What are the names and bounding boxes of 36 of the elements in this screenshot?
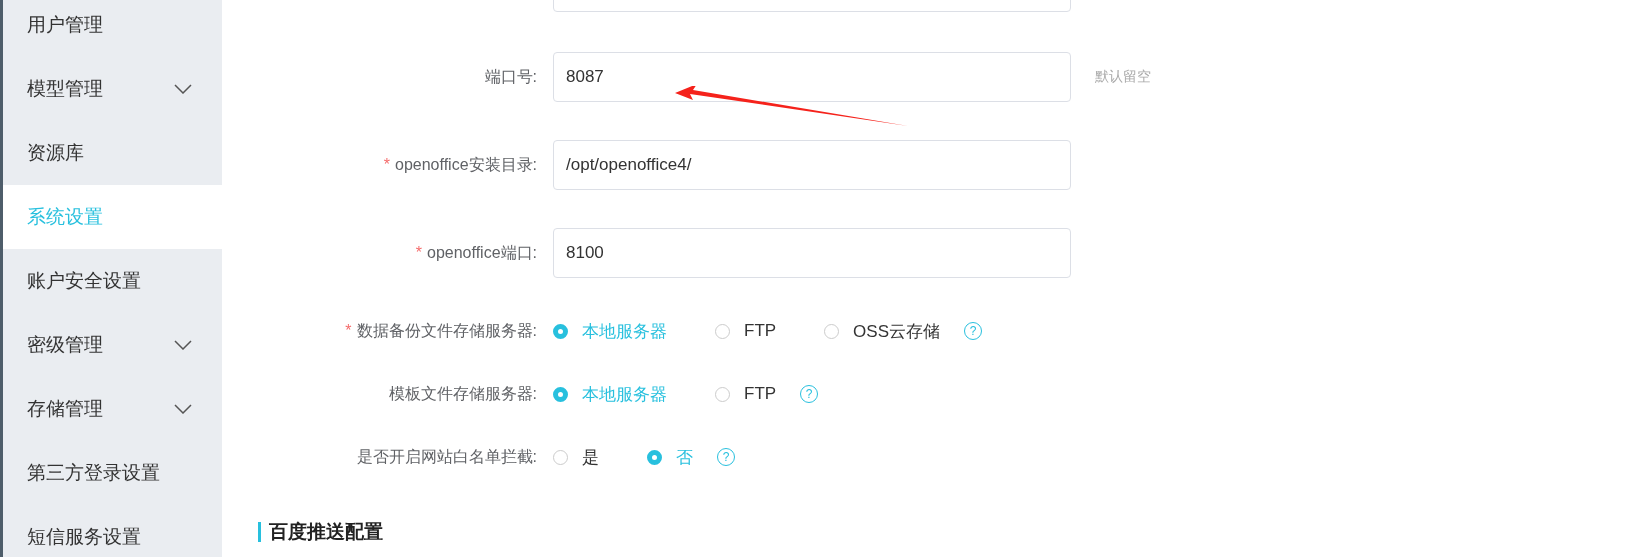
hint-text: 默认留空	[1095, 68, 1151, 86]
sidebar-item[interactable]: 存储管理	[3, 377, 222, 441]
field-label: 端口号:	[484, 66, 537, 87]
input-field[interactable]: 8100	[553, 228, 1071, 278]
sidebar-item[interactable]: 账户安全设置	[3, 249, 222, 313]
section-title: 百度推送配置	[269, 520, 383, 544]
radio-button[interactable]	[553, 323, 568, 339]
radio-button[interactable]	[553, 386, 568, 402]
radio-button[interactable]	[647, 449, 662, 465]
chevron-down-icon	[174, 84, 192, 94]
required-mark: *	[345, 322, 352, 340]
field-label: openoffice端口:	[427, 242, 537, 263]
field-label: 是否开启网站白名单拦截:	[356, 446, 537, 467]
chevron-down-icon	[174, 340, 192, 350]
sidebar-item[interactable]: 资源库	[3, 121, 222, 185]
required-mark: *	[415, 244, 422, 262]
sidebar-item[interactable]: 用户管理	[3, 0, 222, 57]
radio-label[interactable]: FTP	[744, 321, 777, 341]
sidebar-item[interactable]: 模型管理	[3, 57, 222, 121]
radio-label[interactable]: FTP	[744, 384, 777, 404]
sidebar-item[interactable]: 密级管理	[3, 313, 222, 377]
radio-button[interactable]	[824, 323, 840, 339]
required-mark: *	[383, 156, 390, 174]
chevron-down-icon	[174, 404, 192, 414]
input-field[interactable]: 8087	[553, 52, 1071, 102]
field-label: 模板文件存储服务器:	[388, 383, 537, 404]
field-label: 数据备份文件存储服务器:	[356, 320, 537, 341]
sidebar-item[interactable]: 短信服务设置	[3, 505, 222, 557]
radio-label[interactable]: OSS云存储	[853, 319, 940, 343]
field-label: openoffice安装目录:	[395, 154, 537, 175]
input-field[interactable]: /opt/openoffice4/	[553, 140, 1071, 190]
radio-button[interactable]	[715, 323, 730, 339]
sidebar-item[interactable]: 第三方登录设置	[3, 441, 222, 505]
radio-label[interactable]: 是	[582, 445, 599, 469]
radio-button[interactable]	[715, 386, 730, 402]
radio-button[interactable]	[553, 449, 568, 465]
